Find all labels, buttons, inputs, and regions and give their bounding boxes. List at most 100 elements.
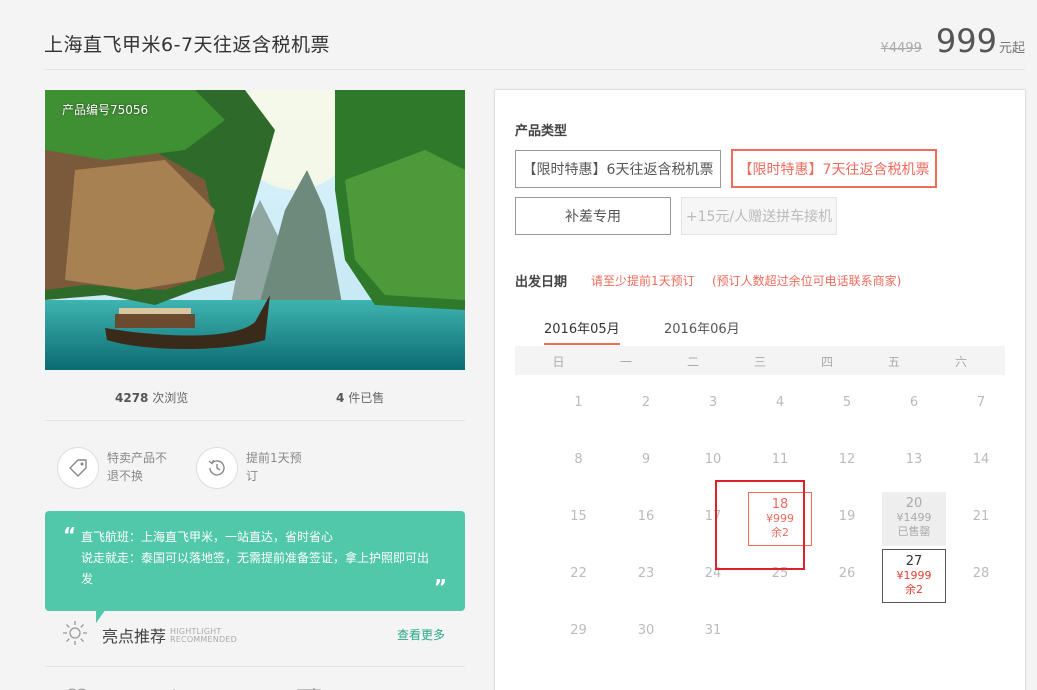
day-number: 31 bbox=[704, 623, 722, 638]
day-stock: 已售罄 bbox=[897, 525, 931, 538]
sold-stat: 4 件已售 bbox=[336, 389, 384, 406]
weekday-label: 日 bbox=[552, 355, 565, 369]
calendar-day: 7 bbox=[949, 385, 1013, 439]
day-number: 1 bbox=[574, 395, 583, 410]
feature-label: 特卖产品不退不换 bbox=[107, 451, 168, 483]
weekday-label: 三 bbox=[753, 355, 766, 369]
day-number: 30 bbox=[637, 623, 655, 638]
day-number: 21 bbox=[972, 509, 990, 524]
calendar-day: 1 bbox=[547, 385, 611, 439]
tab-month-june[interactable]: 2016年06月 bbox=[664, 318, 740, 343]
intro-line-2: 说走就走：泰国可以落地签，无需提前准备签证，拿上护照即可出发 bbox=[81, 551, 430, 586]
calendar-day: 3 bbox=[681, 385, 745, 439]
day-number: 5 bbox=[842, 395, 852, 410]
option-price-difference[interactable]: 补差专用 bbox=[515, 197, 671, 235]
feature-no-refund: 特卖产品不退不换 bbox=[57, 447, 173, 489]
calendar-day: 19 bbox=[815, 499, 879, 553]
day-number: 28 bbox=[972, 566, 990, 581]
weekday-label: 六 bbox=[954, 355, 967, 369]
highlights-title: 亮点推荐 bbox=[102, 627, 167, 646]
views-count: 4278 bbox=[115, 391, 149, 405]
day-number: 11 bbox=[771, 452, 789, 467]
day-number: 22 bbox=[570, 566, 587, 581]
calendar-day: 13 bbox=[882, 442, 946, 496]
sun-icon bbox=[62, 620, 88, 650]
day-price: ¥1999 bbox=[896, 569, 932, 582]
price-block: ¥4499 999 元起 bbox=[881, 22, 1025, 60]
intro-line-1: 直飞航班：上海直飞甲米，一站直达，省时省心 bbox=[81, 530, 334, 544]
calendar-day: 30 bbox=[614, 613, 678, 667]
option-6day-ticket[interactable]: 【限时特惠】6天往返含税机票 bbox=[515, 150, 721, 188]
calendar-day: 29 bbox=[547, 613, 611, 667]
weekday-label: 四 bbox=[820, 355, 833, 369]
calendar-day: 12 bbox=[815, 442, 879, 496]
day-number: 19 bbox=[838, 509, 856, 524]
weekday-label: 一 bbox=[619, 355, 632, 369]
clock-history-icon bbox=[196, 447, 238, 489]
day-number: 10 bbox=[704, 452, 722, 467]
calendar-day: 16 bbox=[614, 499, 678, 553]
product-title: 上海直飞甲米6-7天往返含税机票 bbox=[44, 34, 331, 56]
day-number: 20 bbox=[905, 496, 923, 511]
calendar-day: 23 bbox=[614, 556, 678, 610]
weekday-label: 五 bbox=[887, 355, 900, 369]
day-number: 9 bbox=[641, 452, 651, 467]
product-id-label: 产品编号75056 bbox=[62, 103, 149, 117]
calendar-day: 4 bbox=[748, 385, 812, 439]
highlights-divider bbox=[45, 666, 465, 667]
weekday-label: 二 bbox=[686, 355, 699, 369]
calendar-day: 6 bbox=[882, 385, 946, 439]
close-quote-icon: ” bbox=[433, 575, 447, 599]
day-number: 4 bbox=[775, 395, 785, 410]
current-price: 999 bbox=[935, 22, 997, 60]
day-number: 29 bbox=[570, 623, 587, 638]
day-number: 14 bbox=[972, 452, 990, 467]
booking-panel: 产品类型 【限时特惠】6天往返含税机票 【限时特惠】7天往返含税机票 补差专用 … bbox=[494, 89, 1026, 690]
day-number: 26 bbox=[838, 566, 856, 581]
see-more-link[interactable]: 查看更多 bbox=[397, 626, 445, 643]
departure-date-label: 出发日期 bbox=[515, 275, 568, 290]
calendar-day: 22 bbox=[547, 556, 611, 610]
intro-quote-box: “ 直飞航班：上海直飞甲米，一站直达，省时省心 说走就走：泰国可以落地签，无需提… bbox=[45, 511, 465, 611]
original-price: ¥4499 bbox=[880, 41, 922, 56]
arrow-up-icon bbox=[166, 682, 182, 690]
price-unit: 元起 bbox=[998, 41, 1025, 56]
product-hero-image[interactable]: 产品编号75056 bbox=[45, 90, 465, 370]
calendar-icon bbox=[296, 682, 322, 690]
calendar-day: 14 bbox=[949, 442, 1013, 496]
calendar-day: 8 bbox=[547, 442, 611, 496]
landscape-photo bbox=[45, 90, 465, 370]
calendar-day: 28 bbox=[949, 556, 1013, 610]
sold-label: 件已售 bbox=[348, 391, 385, 405]
day-number: 16 bbox=[637, 509, 655, 524]
heart-icon bbox=[64, 682, 90, 690]
day-number: 2 bbox=[641, 395, 651, 410]
calendar-day: 5 bbox=[815, 385, 879, 439]
option-7day-ticket[interactable]: 【限时特惠】7天往返含税机票 bbox=[731, 149, 937, 188]
day-number: 27 bbox=[905, 554, 923, 569]
day-number: 6 bbox=[909, 395, 919, 410]
day-number: 15 bbox=[570, 509, 587, 524]
tab-month-may[interactable]: 2016年05月 bbox=[544, 318, 620, 345]
title-divider bbox=[44, 69, 1025, 70]
open-quote-icon: “ bbox=[63, 523, 77, 547]
calendar-day-soldout: 20 ¥1499 已售罄 bbox=[882, 492, 946, 546]
day-stock: 余2 bbox=[905, 583, 923, 596]
weekday-header: 日一二三四五六 bbox=[515, 346, 1005, 375]
day-number: 23 bbox=[637, 566, 655, 581]
day-number: 12 bbox=[838, 452, 856, 467]
selected-date-highlight bbox=[715, 480, 805, 570]
calendar-day: 2 bbox=[614, 385, 678, 439]
calendar-day: 21 bbox=[949, 499, 1013, 553]
day-number: 13 bbox=[905, 452, 923, 467]
option-airport-pickup: +15元/人赠送拼车接机 bbox=[681, 197, 837, 235]
day-number: 7 bbox=[976, 395, 986, 410]
calendar-day: 31 bbox=[681, 613, 745, 667]
highlights-subtitle: HIGHTLIGHT RECOMMENDED bbox=[170, 628, 237, 644]
day-number: 3 bbox=[708, 395, 718, 410]
day-price: ¥1499 bbox=[896, 511, 932, 524]
calendar-day: 26 bbox=[815, 556, 879, 610]
contact-merchant-note: (预订人数超过余位可电话联系商家) bbox=[712, 274, 902, 288]
calendar-day-avail[interactable]: 27 ¥1999 余2 bbox=[882, 549, 946, 603]
feature-book-ahead: 提前1天预订 bbox=[196, 447, 312, 489]
